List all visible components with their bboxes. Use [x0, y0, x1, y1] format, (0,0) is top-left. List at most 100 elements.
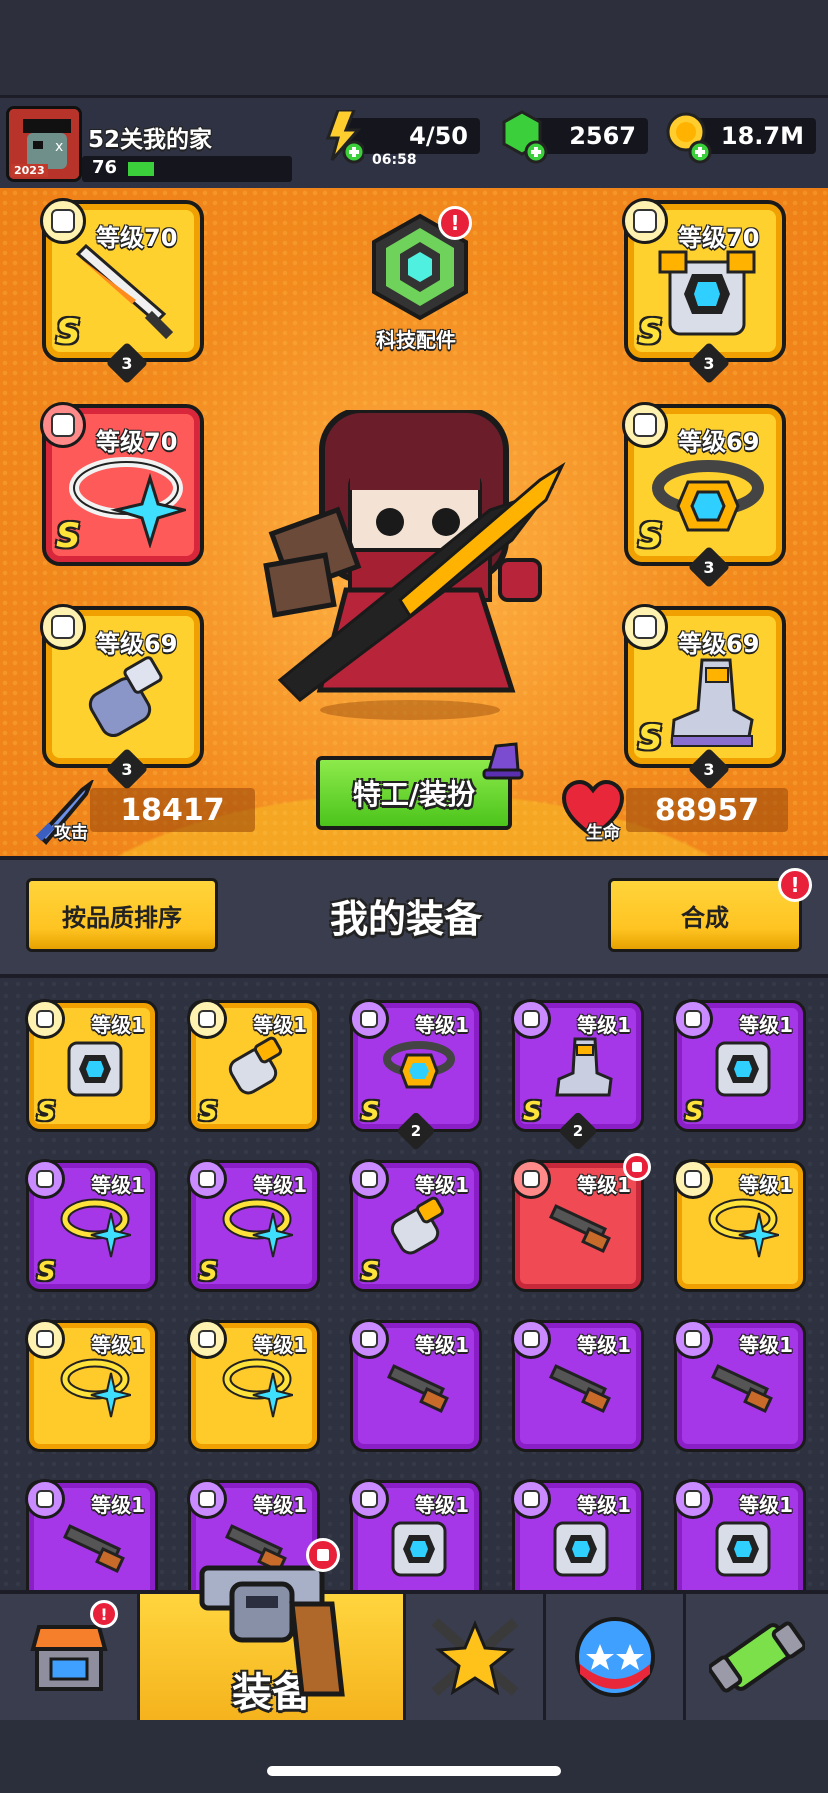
inventory-item-necklace[interactable]: 等级1	[673, 1159, 806, 1292]
necklace-icon	[59, 1353, 132, 1425]
glove-icon	[383, 1193, 455, 1265]
tab-battle[interactable]	[406, 1594, 546, 1720]
star-count: 3	[703, 353, 715, 373]
bottom-navigation: ! 装备	[0, 1590, 828, 1720]
item-level: 等级1	[91, 1013, 145, 1037]
merge-alert-badge: !	[778, 868, 812, 902]
equip-slot-glove[interactable]: 等级69 3	[40, 604, 204, 791]
attack-stat: 18417	[90, 788, 255, 832]
inventory-item-weapon[interactable]: 等级1	[349, 1319, 482, 1452]
svg-text:x: x	[55, 139, 63, 155]
equip-slot-belt[interactable]: 等级69 S 3	[622, 402, 786, 589]
inventory-item-weapon[interactable]: 等级1	[25, 1479, 158, 1593]
merge-label: 合成	[681, 903, 729, 932]
hp-value: 88957	[654, 792, 760, 828]
rank-letter: S	[199, 1097, 218, 1127]
weapon-type-icon	[40, 198, 86, 244]
star-count: 2	[572, 1122, 584, 1140]
attack-label: 攻击	[54, 823, 88, 843]
item-level: 等级1	[91, 1173, 145, 1197]
player-avatar[interactable]: x 2023	[6, 106, 82, 182]
hp-stat: 88957	[626, 788, 788, 832]
inventory-item-weapon[interactable]: 等级1	[673, 1319, 806, 1452]
ninja-character-icon	[263, 407, 566, 720]
equip-slot-armor[interactable]: 等级70 S 3	[622, 198, 786, 385]
tech-parts-button[interactable]: 科技配件 !	[362, 206, 478, 352]
sort-label: 按品质排序	[62, 903, 182, 932]
equip-slot-boots[interactable]: 等级69 S 3	[622, 604, 786, 791]
star-count: 3	[703, 557, 715, 577]
inventory-item-glove[interactable]: 等级1 S	[349, 1159, 482, 1292]
item-level: 等级1	[253, 1013, 307, 1037]
inventory-item-armor[interactable]: 等级1 S	[673, 999, 806, 1132]
equip-slot-weapon[interactable]: 等级70 S 3	[40, 198, 204, 385]
tech-parts-label: 科技配件	[376, 328, 456, 352]
inventory-item-weapon[interactable]: 等级1	[511, 1153, 651, 1292]
inventory-item-necklace[interactable]: 等级1	[25, 1319, 158, 1452]
armor-type-icon	[622, 198, 668, 244]
inventory-item-necklace[interactable]: 等级1 S	[25, 1159, 158, 1292]
rank-letter: S	[638, 312, 663, 352]
rank-letter: S	[56, 516, 81, 556]
item-level: 等级1	[415, 1013, 469, 1037]
tab-gene[interactable]	[686, 1594, 828, 1720]
inventory-item-armor[interactable]: 等级1	[511, 1479, 644, 1593]
equip-slot-necklace[interactable]: 等级70 S	[40, 402, 204, 566]
item-level: 等级1	[415, 1173, 469, 1197]
inventory-item-armor[interactable]: 等级1	[673, 1479, 806, 1593]
gem-value: 2567	[569, 122, 636, 150]
item-level: 等级1	[415, 1333, 469, 1357]
weapon-icon	[59, 1513, 131, 1585]
weapon-icon	[545, 1353, 617, 1425]
rank-letter: S	[685, 1097, 704, 1127]
inventory-item-necklace[interactable]: 等级1 S	[187, 1159, 320, 1292]
energy-timer: 06:58	[372, 152, 417, 168]
weapon-icon	[707, 1353, 779, 1425]
sort-by-quality-button[interactable]: 按品质排序	[26, 878, 218, 952]
necklace-icon	[221, 1353, 294, 1425]
boot-icon	[670, 658, 754, 747]
rank-letter: S	[638, 516, 663, 556]
armor-icon	[658, 250, 756, 336]
shop-icon	[29, 1625, 108, 1691]
star-count: 3	[121, 759, 133, 779]
agent-costume-label: 特工/装扮	[352, 778, 476, 811]
weapon-icon	[383, 1353, 455, 1425]
star-swords-icon	[431, 1618, 518, 1696]
home-indicator	[267, 1766, 561, 1776]
inventory-item-necklace[interactable]: 等级1	[187, 1319, 320, 1452]
armor-icon	[707, 1033, 779, 1105]
item-level: 等级1	[577, 1493, 631, 1517]
armor-icon	[383, 1513, 455, 1585]
inventory-item-weapon[interactable]: 等级1	[511, 1319, 644, 1452]
star-count: 3	[703, 759, 715, 779]
item-level: 等级1	[577, 1013, 631, 1037]
item-level: 等级1	[91, 1493, 145, 1517]
star-ball-icon	[574, 1617, 655, 1697]
xp-fill	[128, 162, 154, 176]
necklace-icon	[707, 1193, 780, 1265]
inventory-item-glove[interactable]: 等级1 S	[187, 999, 320, 1132]
tab-pets[interactable]	[546, 1594, 686, 1720]
gem-add-icon[interactable]	[500, 110, 548, 164]
inventory-item-armor[interactable]: 等级1	[349, 1479, 482, 1593]
sword-icon	[75, 244, 174, 340]
rank-letter: S	[361, 1257, 380, 1287]
tab-shop[interactable]: !	[0, 1594, 140, 1720]
inventory-item-armor[interactable]: 等级1 S	[25, 999, 158, 1132]
inventory-grid: 等级1 S 等级1 S 等级1 S 2 等级1 S 2 等级1 S 等级1 S 等级1 S 等级1 S 等级1 等级1…	[0, 978, 828, 1593]
hero-character[interactable]	[250, 407, 570, 720]
armor-icon	[59, 1033, 131, 1105]
inventory-item-boots[interactable]: 等级1 S 2	[511, 999, 644, 1151]
gene-tube-icon	[709, 1621, 805, 1693]
inventory-item-belt[interactable]: 等级1 S 2	[349, 999, 482, 1151]
necklace-icon	[221, 1193, 294, 1265]
tech-parts-alert-badge: !	[438, 206, 472, 240]
merge-button[interactable]: 合成	[608, 878, 802, 952]
boots-type-icon	[622, 604, 668, 650]
gold-add-icon[interactable]	[664, 110, 714, 164]
item-level: 等级1	[739, 1013, 793, 1037]
energy-add-icon[interactable]	[320, 108, 366, 164]
item-level: 等级1	[253, 1173, 307, 1197]
xp-bar: 76	[82, 156, 292, 182]
